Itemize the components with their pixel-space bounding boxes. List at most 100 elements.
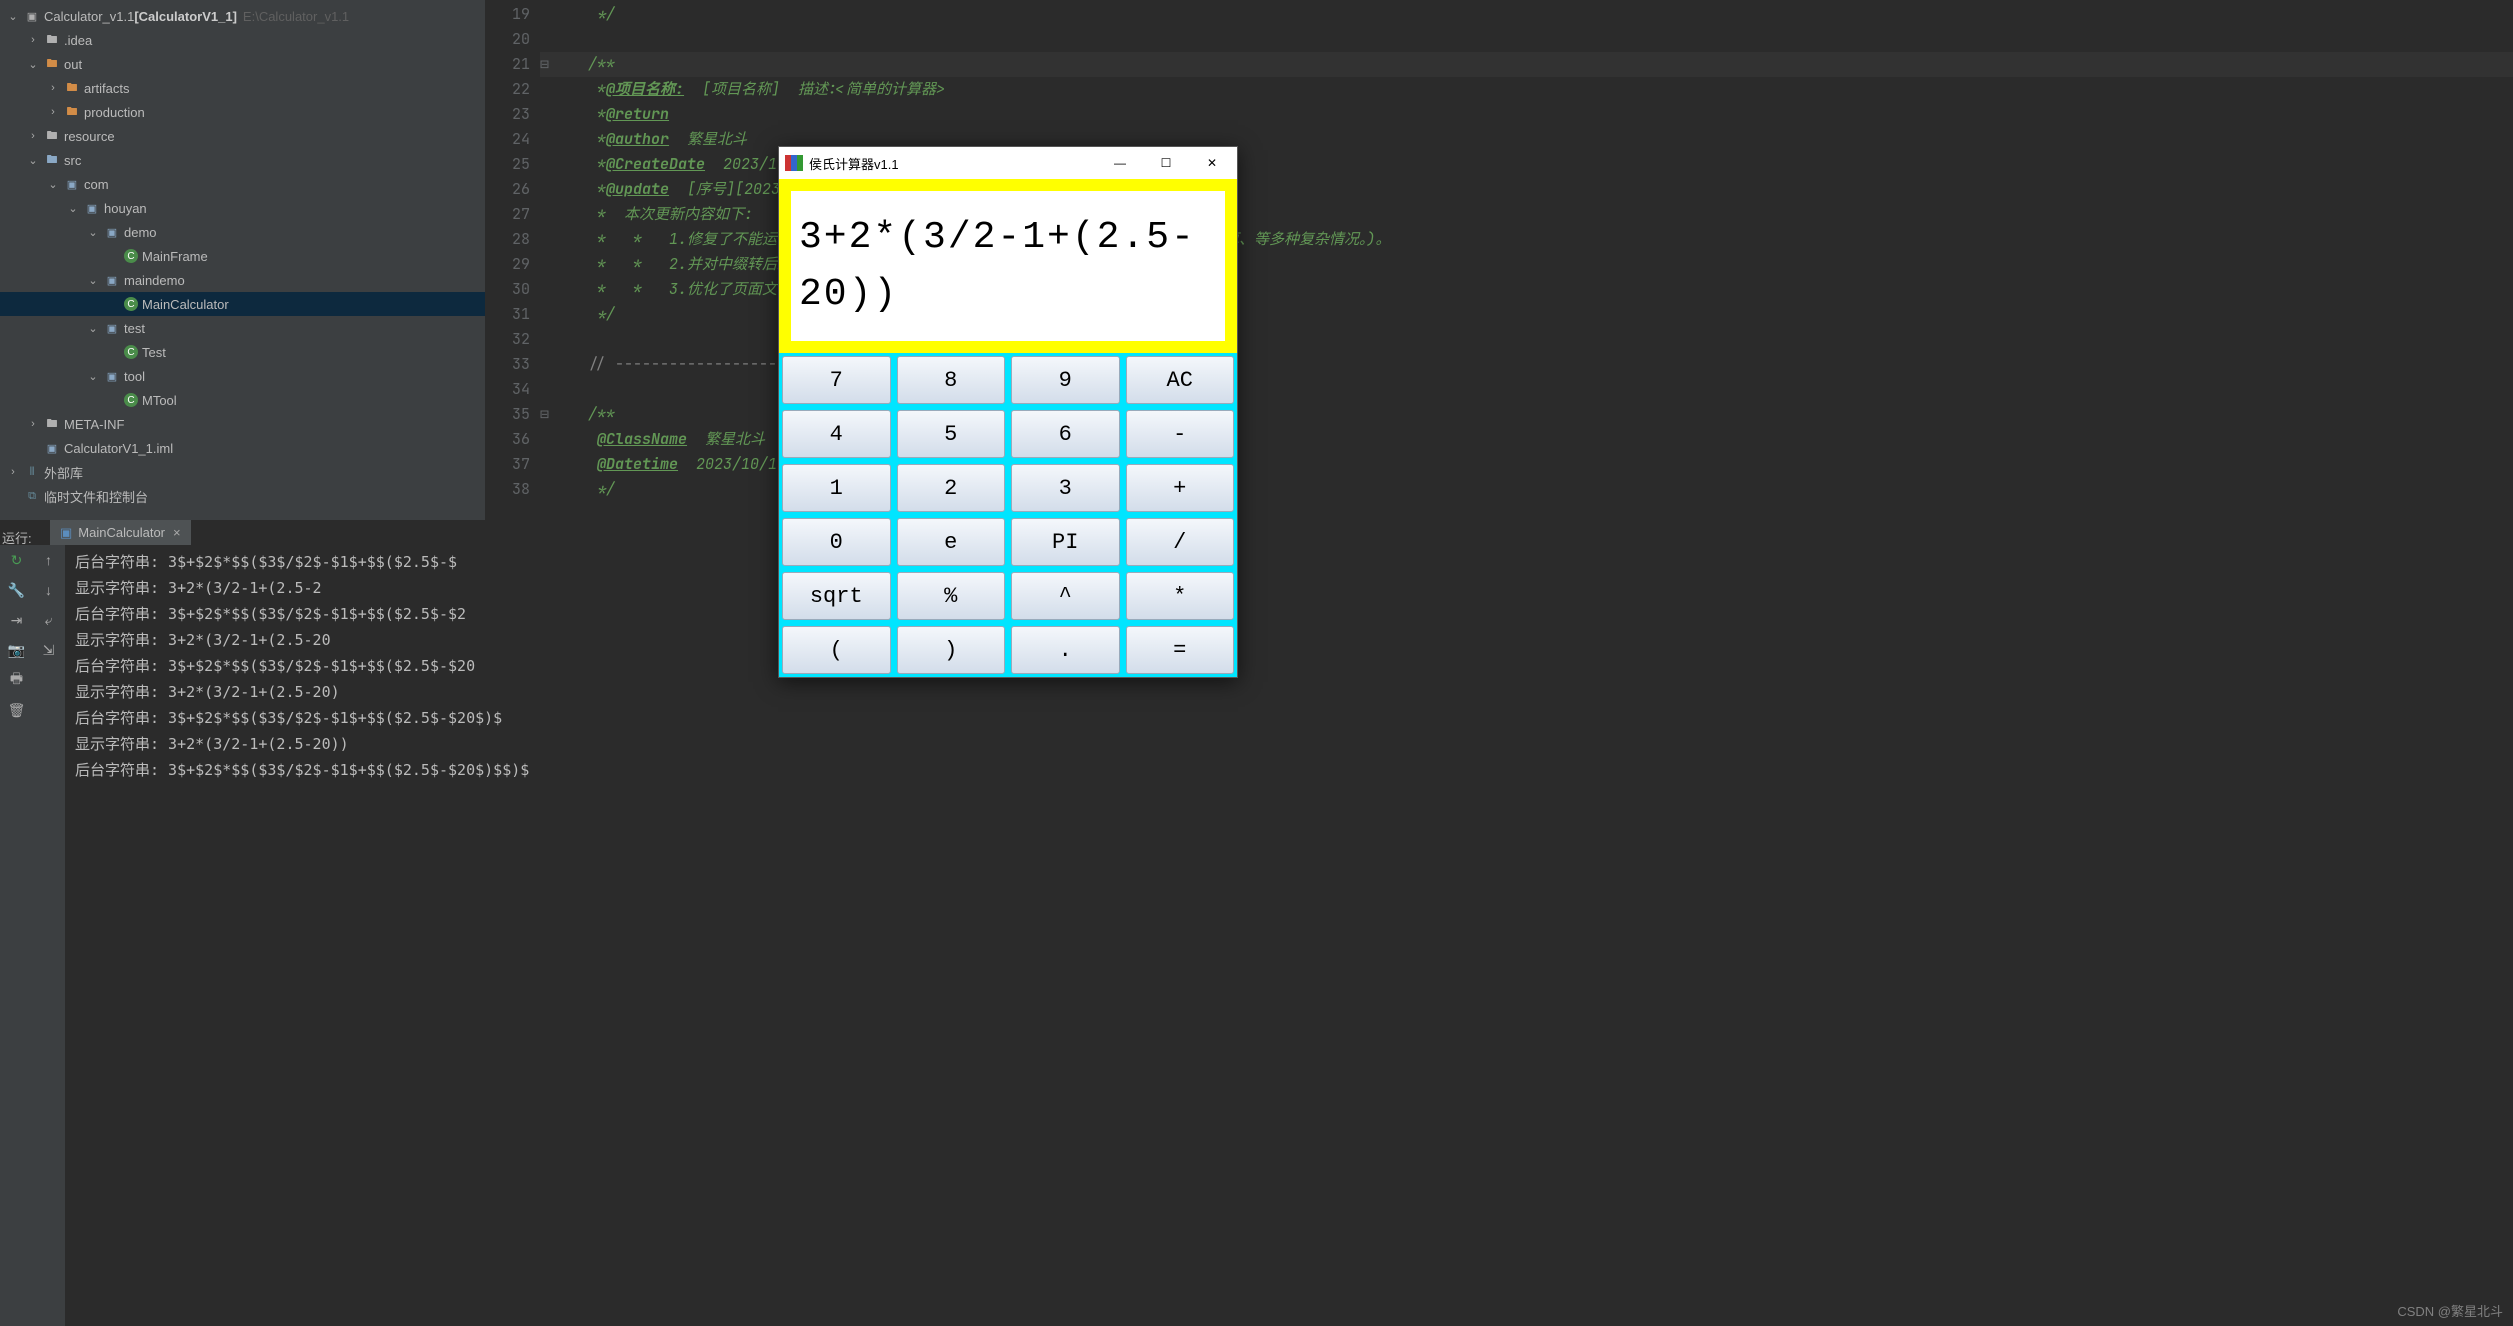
file-icon: ▣ [60,525,72,541]
tree-label: Test [142,345,166,360]
tree-arrow-icon[interactable]: ⌄ [86,274,100,287]
calc-key-3[interactable]: 3 [1011,464,1120,512]
calc-key-e[interactable]: e [897,518,1006,566]
tree-item-production[interactable]: ›🖿production [0,100,485,124]
run-tab[interactable]: ▣ MainCalculator × [50,520,191,545]
close-button[interactable]: ✕ [1189,148,1235,178]
tree-item-META-INF[interactable]: ›🖿META-INF [0,412,485,436]
export-icon[interactable]: ⇥ [8,611,26,629]
calc-key-6[interactable]: 6 [1011,410,1120,458]
calc-display-wrap: 3+2*(3/2-1+(2.5-20)) [779,179,1237,353]
window-title: 侯氏计算器v1.1 [809,154,1097,173]
up-icon[interactable]: ↑ [40,551,58,569]
tree-item-Test[interactable]: CTest [0,340,485,364]
tree-label: Calculator_v1.1 [44,9,134,24]
tree-label: houyan [104,201,147,216]
rerun-icon[interactable]: ↻ [8,551,26,569]
calc-key-sqrt[interactable]: sqrt [782,572,891,620]
tree-arrow-icon[interactable]: ⌄ [86,322,100,335]
tree-arrow-icon[interactable]: › [46,82,60,94]
tree-item-外部库[interactable]: ›⫴外部库 [0,460,485,484]
tree-item-临时文件和控制台[interactable]: ⧉临时文件和控制台 [0,484,485,508]
tree-label: 临时文件和控制台 [44,487,148,506]
tree-arrow-icon[interactable]: ⌄ [26,58,40,71]
tree-arrow-icon[interactable]: › [6,466,20,478]
tree-label: artifacts [84,81,130,96]
wrap-icon[interactable]: ⤶ [40,611,58,629]
tree-arrow-icon[interactable]: ⌄ [6,10,20,23]
tree-item-maindemo[interactable]: ⌄▣maindemo [0,268,485,292]
calc-key-^[interactable]: ^ [1011,572,1120,620]
calc-key-4[interactable]: 4 [782,410,891,458]
watermark: CSDN @繁星北斗 [2397,1301,2503,1320]
tree-item-test[interactable]: ⌄▣test [0,316,485,340]
calc-key-9[interactable]: 9 [1011,356,1120,404]
calc-key-=[interactable]: = [1126,626,1235,674]
tree-arrow-icon[interactable]: ⌄ [66,202,80,215]
calc-key-7[interactable]: 7 [782,356,891,404]
tree-arrow-icon[interactable]: › [26,418,40,430]
tree-item-demo[interactable]: ⌄▣demo [0,220,485,244]
tree-item-tool[interactable]: ⌄▣tool [0,364,485,388]
calc-key-*[interactable]: * [1126,572,1235,620]
calculator-window: 侯氏计算器v1.1 — ☐ ✕ 3+2*(3/2-1+(2.5-20)) 789… [778,146,1238,678]
window-titlebar[interactable]: 侯氏计算器v1.1 — ☐ ✕ [779,147,1237,179]
calc-key-/[interactable]: / [1126,518,1235,566]
tree-label: resource [64,129,115,144]
tree-item-.idea[interactable]: ›🖿.idea [0,28,485,52]
tree-item-MainFrame[interactable]: CMainFrame [0,244,485,268]
minimize-button[interactable]: — [1097,148,1143,178]
down-icon[interactable]: ↓ [40,581,58,599]
tree-arrow-icon[interactable]: › [26,130,40,142]
tree-item-CalculatorV1_1.iml[interactable]: ▣CalculatorV1_1.iml [0,436,485,460]
tree-item-MainCalculator[interactable]: CMainCalculator [0,292,485,316]
calc-key-2[interactable]: 2 [897,464,1006,512]
tree-label: 外部库 [44,463,83,482]
tree-label: maindemo [124,273,185,288]
calc-key-0[interactable]: 0 [782,518,891,566]
tree-arrow-icon[interactable]: ⌄ [86,370,100,383]
close-icon[interactable]: × [173,525,181,540]
calc-keypad: 789AC 456- 123+0ePI/ sqrt%^* ().= [779,353,1237,677]
tree-arrow-icon[interactable]: › [46,106,60,118]
calc-key-([interactable]: ( [782,626,891,674]
calc-key--[interactable]: - [1126,410,1235,458]
tree-label: tool [124,369,145,384]
settings-icon[interactable]: 🔧 [8,581,26,599]
tree-label: test [124,321,145,336]
 [40,701,58,719]
tree-item-houyan[interactable]: ⌄▣houyan [0,196,485,220]
calc-key-%[interactable]: % [897,572,1006,620]
tree-item-Calculator_v1.1[interactable]: ⌄▣Calculator_v1.1 [CalculatorV1_1]E:\Cal… [0,4,485,28]
scroll-icon[interactable]: ⇲ [40,641,58,659]
camera-icon[interactable]: 📷 [8,641,26,659]
tree-item-out[interactable]: ⌄🖿out [0,52,485,76]
maximize-button[interactable]: ☐ [1143,148,1189,178]
calc-key-+[interactable]: + [1126,464,1235,512]
tree-arrow-icon[interactable]: › [26,34,40,46]
tree-item-com[interactable]: ⌄▣com [0,172,485,196]
calc-key-AC[interactable]: AC [1126,356,1235,404]
calc-key-PI[interactable]: PI [1011,518,1120,566]
calc-key-1[interactable]: 1 [782,464,891,512]
tree-arrow-icon[interactable]: ⌄ [26,154,40,167]
calc-key-5[interactable]: 5 [897,410,1006,458]
calc-key-.[interactable]: . [1011,626,1120,674]
run-console[interactable]: 后台字符串: 3$+$2$*$$($3$/$2$-$1$+$$($2.5$-$ … [65,545,2513,1326]
tree-item-resource[interactable]: ›🖿resource [0,124,485,148]
delete-icon[interactable]: 🗑 [8,701,26,719]
tree-label: MainCalculator [142,297,229,312]
tree-label: out [64,57,82,72]
tree-label: META-INF [64,417,124,432]
tree-label: production [84,105,145,120]
tree-item-artifacts[interactable]: ›🖿artifacts [0,76,485,100]
tree-arrow-icon[interactable]: ⌄ [46,178,60,191]
tree-arrow-icon[interactable]: ⌄ [86,226,100,239]
print-icon[interactable]: 🖶 [8,671,26,689]
tree-label: MTool [142,393,177,408]
calc-key-8[interactable]: 8 [897,356,1006,404]
run-tab-label: MainCalculator [78,525,165,540]
tree-item-src[interactable]: ⌄🖿src [0,148,485,172]
calc-key-)[interactable]: ) [897,626,1006,674]
tree-item-MTool[interactable]: CMTool [0,388,485,412]
